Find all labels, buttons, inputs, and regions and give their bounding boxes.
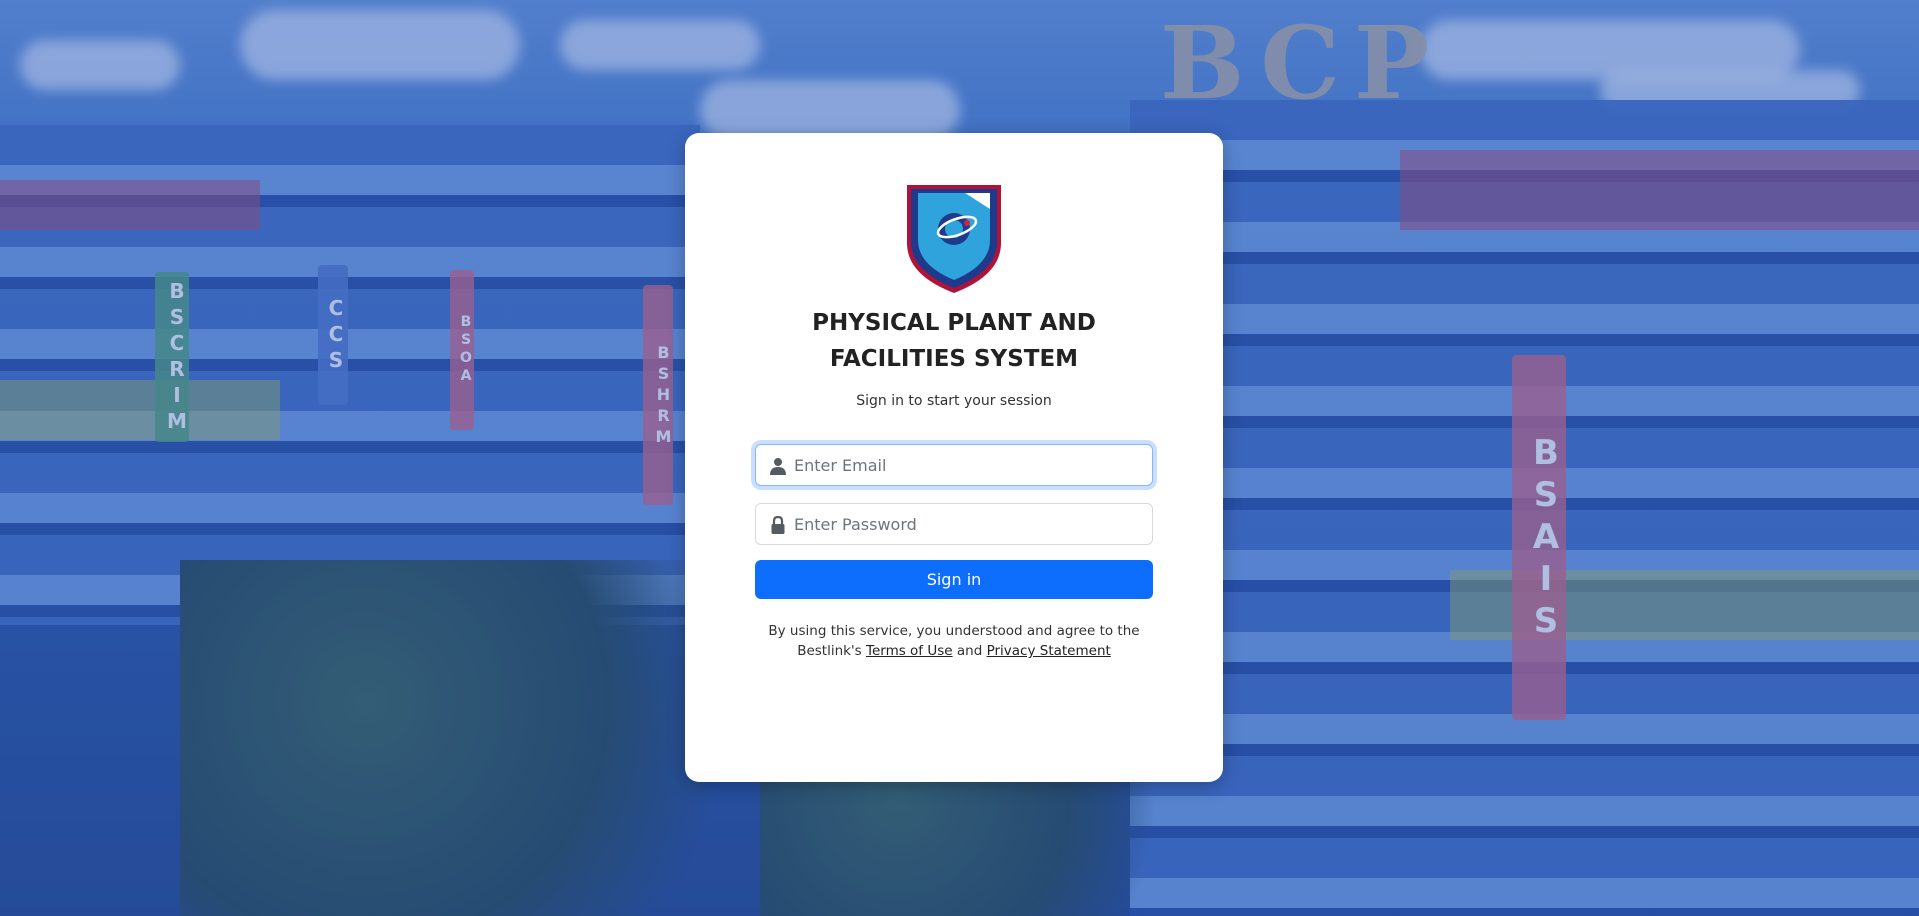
password-input[interactable] — [794, 504, 1144, 544]
signin-subtitle: Sign in to start your session — [856, 393, 1052, 409]
password-field[interactable] — [755, 503, 1153, 545]
terms-notice: By using this service, you understood an… — [755, 621, 1153, 661]
login-card: PHYSICAL PLANT AND FACILITIES SYSTEM Sig… — [685, 133, 1223, 782]
terms-of-use-link[interactable]: Terms of Use — [866, 643, 953, 659]
terms-and: and — [956, 643, 983, 659]
privacy-statement-link[interactable]: Privacy Statement — [987, 643, 1111, 659]
page-title: PHYSICAL PLANT AND FACILITIES SYSTEM — [812, 310, 1096, 372]
email-field[interactable] — [755, 444, 1153, 486]
email-input[interactable] — [794, 445, 1144, 485]
college-logo — [907, 185, 1001, 293]
lock-icon — [771, 516, 785, 534]
user-icon — [770, 458, 786, 475]
signin-button[interactable]: Sign in — [755, 560, 1153, 599]
